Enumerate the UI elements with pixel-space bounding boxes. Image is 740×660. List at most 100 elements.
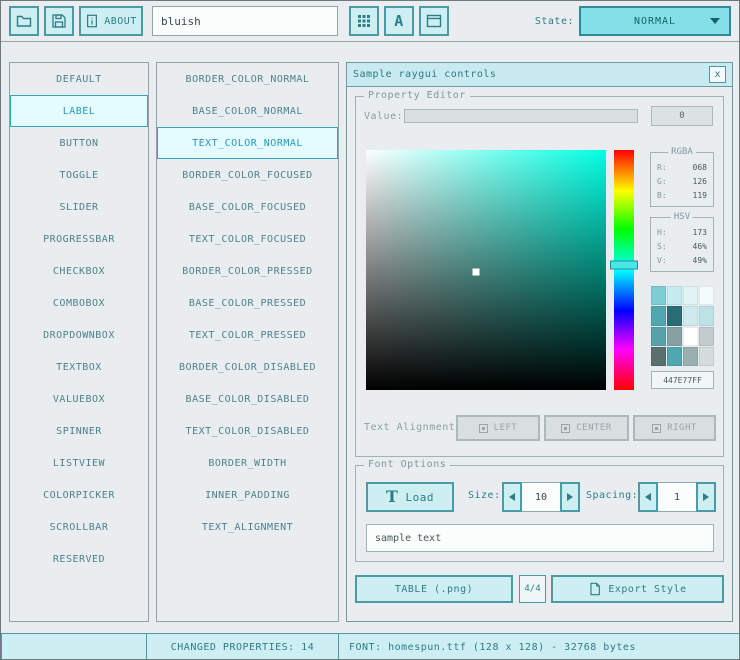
palette-cell[interactable] <box>667 327 682 346</box>
properties-list-item[interactable]: BORDER_COLOR_NORMAL <box>157 63 338 95</box>
palette-cell[interactable] <box>651 327 666 346</box>
controls-list-item[interactable]: CHECKBOX <box>10 255 148 287</box>
about-button[interactable]: ABOUT <box>79 6 143 36</box>
spacing-spinner: 1 <box>638 482 716 512</box>
properties-list-item[interactable]: BASE_COLOR_DISABLED <box>157 383 338 415</box>
spacing-decrease-button[interactable] <box>638 482 658 512</box>
controls-list-item[interactable]: PROGRESSBAR <box>10 223 148 255</box>
window-settings-button[interactable] <box>419 6 449 36</box>
align-left-label: LEFT <box>494 423 518 433</box>
sample-window-titlebar[interactable]: Sample raygui controls x <box>347 63 732 87</box>
palette-cell[interactable] <box>699 286 714 305</box>
h-value: 173 <box>693 226 707 240</box>
properties-list-item[interactable]: BORDER_COLOR_DISABLED <box>157 351 338 383</box>
size-decrease-button[interactable] <box>502 482 522 512</box>
palette-cell[interactable] <box>699 306 714 325</box>
color-picker-cursor[interactable] <box>473 269 480 276</box>
properties-list-item[interactable]: TEXT_ALIGNMENT <box>157 511 338 543</box>
palette-cell[interactable] <box>683 347 698 366</box>
palette-cell[interactable] <box>667 286 682 305</box>
spacing-increase-button[interactable] <box>696 482 716 512</box>
font-options-label: Font Options <box>364 459 450 470</box>
rgba-r-row: R: 068 <box>651 161 713 175</box>
controls-list-item[interactable]: SCROLLBAR <box>10 511 148 543</box>
controls-list-item[interactable]: VALUEBOX <box>10 383 148 415</box>
table-ratio-box[interactable]: 4/4 <box>519 575 546 603</box>
palette-cell[interactable] <box>651 306 666 325</box>
palette-cell[interactable] <box>699 347 714 366</box>
align-right-button[interactable]: RIGHT <box>633 415 716 441</box>
palette-cell[interactable] <box>683 327 698 346</box>
rgba-label: RGBA <box>668 147 696 157</box>
value-label: Value: <box>364 111 403 122</box>
spacing-value[interactable]: 1 <box>658 482 696 512</box>
controls-list-item[interactable]: DROPDOWNBOX <box>10 319 148 351</box>
properties-list-item[interactable]: INNER_PADDING <box>157 479 338 511</box>
h-label: H: <box>657 226 667 240</box>
controls-list-item[interactable]: DEFAULT <box>10 63 148 95</box>
hue-slider-handle[interactable] <box>610 261 638 270</box>
controls-list-item[interactable]: COMBOBOX <box>10 287 148 319</box>
export-table-label: TABLE (.png) <box>395 584 473 595</box>
state-dropdown[interactable]: NORMAL <box>579 6 731 36</box>
hex-value-box[interactable]: 447E77FF <box>651 371 714 389</box>
controls-list-item[interactable]: TOGGLE <box>10 159 148 191</box>
load-style-button[interactable] <box>9 6 39 36</box>
properties-list-item[interactable]: BASE_COLOR_NORMAL <box>157 95 338 127</box>
export-table-button[interactable]: TABLE (.png) <box>355 575 513 603</box>
properties-list-item[interactable]: BORDER_COLOR_FOCUSED <box>157 159 338 191</box>
hue-slider[interactable] <box>614 150 634 390</box>
controls-list-item[interactable]: COLORPICKER <box>10 479 148 511</box>
style-table-button[interactable] <box>349 6 379 36</box>
size-value[interactable]: 10 <box>522 482 560 512</box>
controls-list-item[interactable]: LISTVIEW <box>10 447 148 479</box>
s-value: 46% <box>693 240 707 254</box>
palette-cell[interactable] <box>667 306 682 325</box>
value-box[interactable]: 0 <box>651 106 713 126</box>
value-slider[interactable] <box>404 109 638 123</box>
palette-cell[interactable] <box>683 306 698 325</box>
properties-list-item[interactable]: TEXT_COLOR_PRESSED <box>157 319 338 351</box>
g-value: 126 <box>693 175 707 189</box>
palette-cell[interactable] <box>667 347 682 366</box>
palette-cell[interactable] <box>651 286 666 305</box>
controls-list-item[interactable]: TEXTBOX <box>10 351 148 383</box>
controls-list-item[interactable]: BUTTON <box>10 127 148 159</box>
properties-list-item[interactable]: TEXT_COLOR_NORMAL <box>157 127 338 159</box>
font-load-button[interactable]: T Load <box>366 482 454 512</box>
align-right-label: RIGHT <box>667 423 697 433</box>
align-left-button[interactable]: LEFT <box>456 415 540 441</box>
export-style-button[interactable]: Export Style <box>551 575 724 603</box>
palette-cell[interactable] <box>699 327 714 346</box>
controls-list-item[interactable]: SLIDER <box>10 191 148 223</box>
properties-list-item[interactable]: BORDER_WIDTH <box>157 447 338 479</box>
controls-list-item[interactable]: LABEL <box>10 95 148 127</box>
color-picker-area[interactable] <box>366 150 606 390</box>
close-button[interactable]: x <box>709 66 726 83</box>
align-center-label: CENTER <box>576 423 612 433</box>
sample-text-input[interactable]: sample text <box>366 524 714 552</box>
palette-cell[interactable] <box>683 286 698 305</box>
save-style-button[interactable] <box>44 6 74 36</box>
size-increase-button[interactable] <box>560 482 580 512</box>
properties-list-item[interactable]: TEXT_COLOR_FOCUSED <box>157 223 338 255</box>
controls-list-item[interactable]: RESERVED <box>10 543 148 575</box>
hsv-h-row: H: 173 <box>651 226 713 240</box>
g-label: G: <box>657 175 667 189</box>
sample-controls-window: Sample raygui controls x Property Editor… <box>346 62 733 622</box>
controls-list-item[interactable]: SPINNER <box>10 415 148 447</box>
status-font-info: FONT: homespun.ttf (128 x 128) - 32768 b… <box>338 633 740 660</box>
properties-list-item[interactable]: BASE_COLOR_FOCUSED <box>157 191 338 223</box>
property-editor-label: Property Editor <box>364 90 470 101</box>
properties-list-item[interactable]: TEXT_COLOR_DISABLED <box>157 415 338 447</box>
folder-icon <box>16 13 32 29</box>
align-center-button[interactable]: CENTER <box>544 415 629 441</box>
controls-list: DEFAULTLABELBUTTONTOGGLESLIDERPROGRESSBA… <box>9 62 149 622</box>
style-name-input[interactable] <box>152 6 338 36</box>
rgba-g-row: G: 126 <box>651 175 713 189</box>
palette-cell[interactable] <box>651 347 666 366</box>
toolbar: ABOUT A State: NORMAL <box>1 1 739 42</box>
properties-list-item[interactable]: BORDER_COLOR_PRESSED <box>157 255 338 287</box>
properties-list-item[interactable]: BASE_COLOR_PRESSED <box>157 287 338 319</box>
font-settings-button[interactable]: A <box>384 6 414 36</box>
